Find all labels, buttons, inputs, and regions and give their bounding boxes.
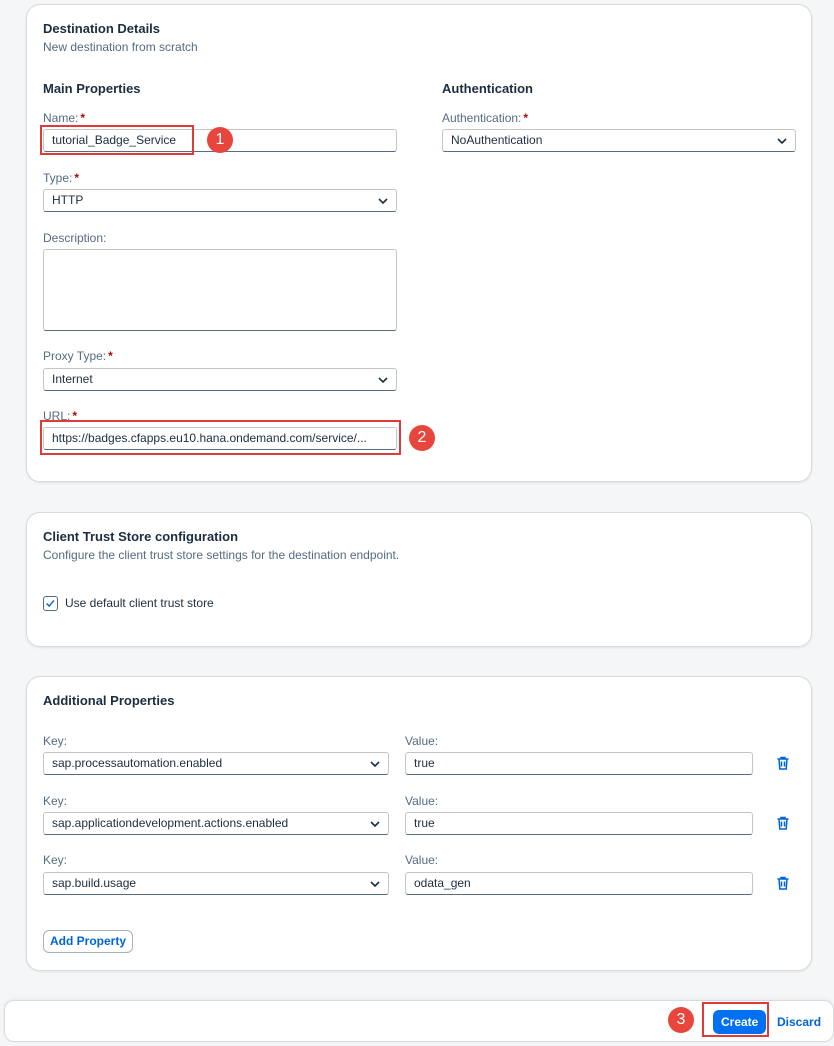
step-3-badge: 3 [668, 1007, 694, 1033]
trash-icon[interactable] [775, 875, 791, 891]
property-value-input[interactable]: true [405, 812, 753, 835]
description-textarea[interactable] [43, 249, 397, 331]
trash-icon[interactable] [775, 815, 791, 831]
property-value-input[interactable]: true [405, 752, 753, 775]
value-label: Value: [405, 734, 439, 748]
default-trust-store-label: Use default client trust store [65, 596, 214, 610]
chevron-down-icon [777, 138, 787, 145]
property-key-select[interactable]: sap.applicationdevelopment.actions.enabl… [43, 812, 389, 835]
required-marker: * [80, 111, 86, 125]
chevron-down-icon [378, 377, 388, 384]
authentication-value: NoAuthentication [451, 133, 543, 147]
type-value: HTTP [52, 193, 84, 207]
chevron-down-icon [370, 881, 380, 888]
key-label: Key: [43, 734, 68, 748]
step-2-badge: 2 [409, 425, 435, 451]
key-label: Key: [43, 794, 68, 808]
property-key-value: sap.build.usage [52, 876, 137, 890]
card-subtitle: New destination from scratch [43, 40, 198, 54]
additional-properties-card: Additional Properties Key: Value: sap.pr… [26, 676, 812, 971]
value-label: Value: [405, 794, 439, 808]
chevron-down-icon [378, 198, 388, 205]
authentication-select[interactable]: NoAuthentication [442, 129, 796, 152]
key-label: Key: [43, 853, 68, 867]
card-title: Destination Details [43, 21, 161, 36]
authentication-label: Authentication: * [442, 111, 529, 125]
required-marker: * [74, 171, 80, 185]
add-property-button[interactable]: Add Property [43, 930, 134, 953]
url-field-highlight [40, 420, 401, 455]
proxy-type-select[interactable]: Internet [43, 368, 397, 391]
required-marker: * [108, 349, 113, 363]
create-button-highlight [702, 1002, 769, 1037]
step-1-badge: 1 [207, 127, 233, 153]
description-label: Description: [43, 231, 107, 245]
property-key-value: sap.applicationdevelopment.actions.enabl… [52, 816, 289, 830]
default-trust-store-checkbox[interactable] [43, 596, 58, 611]
type-label: Type: * [43, 171, 80, 185]
chevron-down-icon [370, 761, 380, 768]
trust-store-card: Client Trust Store configuration Configu… [26, 512, 812, 647]
checkmark-icon [46, 600, 55, 608]
card-subtitle: Configure the client trust store setting… [43, 548, 400, 562]
chevron-down-icon [370, 821, 380, 828]
card-title: Additional Properties [43, 693, 175, 708]
discard-button[interactable]: Discard [777, 1015, 821, 1029]
property-key-value: sap.processautomation.enabled [52, 756, 223, 770]
trash-icon[interactable] [775, 755, 791, 771]
name-label: Name: * [43, 111, 86, 125]
property-value-input[interactable]: odata_gen [405, 872, 753, 895]
name-field-highlight [40, 125, 194, 155]
required-marker: * [523, 111, 529, 125]
property-key-select[interactable]: sap.build.usage [43, 872, 389, 895]
proxy-type-value: Internet [52, 372, 93, 386]
type-select[interactable]: HTTP [43, 189, 397, 212]
card-title: Client Trust Store configuration [43, 529, 239, 544]
main-properties-title: Main Properties [43, 81, 141, 96]
property-key-select[interactable]: sap.processautomation.enabled [43, 752, 389, 775]
value-label: Value: [405, 853, 439, 867]
authentication-title: Authentication [442, 81, 533, 96]
destination-details-card: Destination Details New destination from… [26, 4, 812, 482]
proxy-type-label: Proxy Type: * [43, 349, 113, 363]
